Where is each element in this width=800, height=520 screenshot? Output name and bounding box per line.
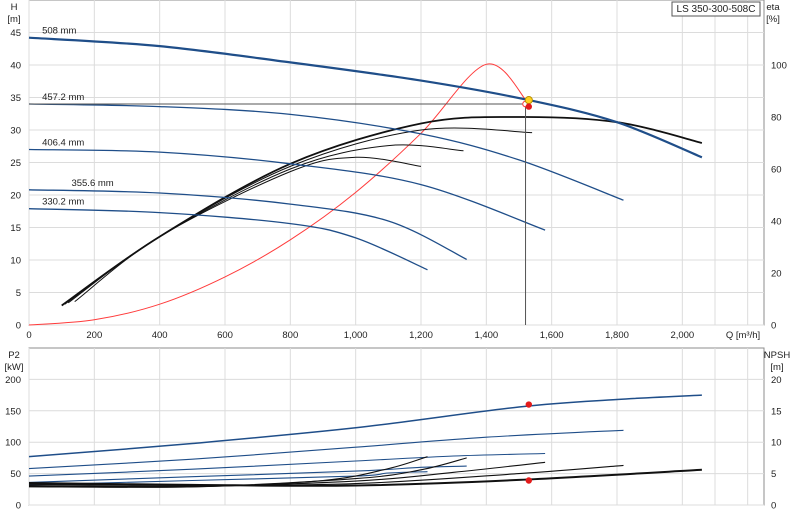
head-tick-label: 30	[10, 126, 21, 137]
flow-tick-label: 200	[86, 330, 102, 341]
power-tick-label: 50	[10, 469, 21, 480]
npsh-point-marker	[525, 477, 532, 484]
eta-tick-label: 100	[771, 61, 787, 72]
eta-axis-title: eta	[766, 2, 780, 13]
flow-tick-label: 1,400	[474, 330, 498, 341]
efficiency-curve	[64, 127, 533, 305]
head-chart-series: 508 mm 457.2 mm 406.4 mm 355.6 mm 330.2 mm	[28, 26, 703, 326]
power-tick-label: 100	[5, 438, 21, 449]
head-tick-label: 15	[10, 223, 21, 234]
flow-tick-label: 1,600	[540, 330, 564, 341]
model-label: LS 350-300-508C	[671, 1, 761, 17]
power-curve	[28, 394, 702, 458]
power-chart-axes: 0 50 100 150 200 0 5 10 15 20	[5, 375, 781, 512]
flow-tick-label: 600	[217, 330, 233, 341]
head-tick-label: 45	[10, 28, 21, 39]
power-tick-label: 0	[16, 501, 21, 512]
power-point-marker	[525, 401, 532, 408]
flow-tick-label: 800	[282, 330, 298, 341]
head-tick-label: 10	[10, 256, 21, 267]
power-tick-label: 150	[5, 406, 21, 417]
head-curve	[28, 103, 624, 201]
head-curve-label: 355.6 mm	[71, 178, 113, 189]
head-curve	[28, 208, 428, 271]
flow-tick-label: 1,200	[409, 330, 433, 341]
efficiency-curve	[61, 116, 703, 307]
head-curve-label: 457.2 mm	[42, 92, 84, 103]
npsh-tick-label: 15	[771, 406, 782, 417]
flow-tick-label: 1,800	[605, 330, 629, 341]
eta-tick-label: 0	[771, 321, 776, 332]
eta-tick-label: 40	[771, 217, 782, 228]
flow-axis-title: Q [m³/h]	[726, 330, 760, 341]
eta-tick-label: 60	[771, 165, 782, 176]
pump-performance-chart: 0 200 400 600 800 1,000 1,200 1,400 1,600 1,800 2,…	[5, 0, 791, 512]
flow-tick-label: 2,000	[670, 330, 694, 341]
efficiency-curve	[67, 144, 464, 304]
flow-tick-label: 400	[152, 330, 168, 341]
duty-point-marker	[524, 96, 533, 105]
eta-tick-label: 80	[771, 113, 782, 124]
power-axis-unit: [kW]	[5, 362, 24, 373]
npsh-axis-unit: [m]	[770, 362, 783, 373]
power-axis-title: P2	[8, 350, 20, 361]
head-chart-axes: 0 200 400 600 800 1,000 1,200 1,400 1,600 1,800 2,…	[10, 28, 786, 341]
head-tick-label: 5	[16, 288, 21, 299]
head-axis-unit: [m]	[7, 14, 20, 25]
eta-tick-label: 20	[771, 269, 782, 280]
head-tick-label: 20	[10, 191, 21, 202]
npsh-tick-label: 0	[771, 501, 776, 512]
head-tick-label: 25	[10, 158, 21, 169]
head-tick-label: 40	[10, 61, 21, 72]
flow-tick-label: 1,000	[344, 330, 368, 341]
head-axis-title: H	[11, 2, 18, 13]
npsh-tick-label: 20	[771, 375, 782, 386]
eta-axis-unit: [%]	[766, 14, 780, 25]
efficiency-point-marker	[525, 103, 532, 110]
npsh-tick-label: 10	[771, 438, 782, 449]
head-chart-grid	[28, 0, 765, 326]
head-tick-label: 0	[16, 321, 21, 332]
power-tick-label: 200	[5, 375, 21, 386]
efficiency-curve	[74, 156, 422, 302]
head-curve-label: 508 mm	[42, 26, 76, 37]
model-text: LS 350-300-508C	[677, 4, 756, 15]
head-tick-label: 35	[10, 93, 21, 104]
head-curve-label: 330.2 mm	[42, 197, 84, 208]
head-curve	[28, 148, 546, 231]
npsh-axis-title: NPSH	[764, 350, 791, 361]
head-curve-label: 406.4 mm	[42, 138, 84, 149]
npsh-tick-label: 5	[771, 469, 776, 480]
flow-tick-label: 0	[26, 330, 31, 341]
